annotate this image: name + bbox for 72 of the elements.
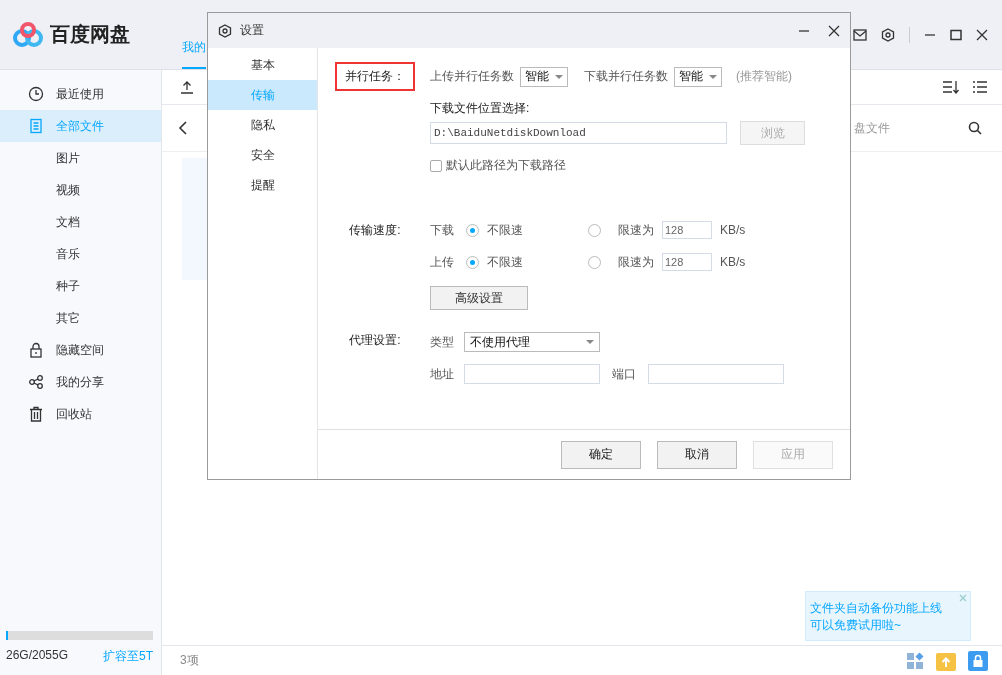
field-label: 上传并行任务数 (430, 68, 514, 85)
settings-icon (218, 23, 232, 38)
sort-icon[interactable] (942, 80, 960, 94)
speed-field[interactable]: 128 (662, 221, 712, 239)
settings-nav-item[interactable]: 隐私 (208, 110, 317, 140)
upload-icon[interactable] (180, 80, 194, 94)
settings-nav-item[interactable]: 安全 (208, 140, 317, 170)
path-field[interactable]: D:\BaiduNetdiskDownload (430, 122, 727, 144)
dropdown[interactable]: 智能 (674, 66, 722, 87)
lock-icon (28, 342, 44, 358)
checkbox[interactable] (430, 159, 442, 172)
advanced-settings-button[interactable]: 高级设置 (430, 286, 528, 310)
address-field[interactable] (464, 364, 600, 384)
field-label: 下载文件位置选择: (430, 99, 531, 117)
toast-text: 文件夹自动备份功能上线 (810, 600, 943, 617)
sidebar-item[interactable]: 视频 (0, 174, 161, 206)
dialog-button[interactable]: 取消 (657, 440, 737, 469)
settings-nav-item[interactable]: 基本 (208, 50, 317, 80)
section-label: 传输速度: (348, 222, 402, 239)
radio-label: 不限速 (487, 221, 523, 239)
clock-icon (28, 86, 44, 102)
hint-text: (推荐智能) (736, 68, 792, 85)
storage-text: 26G/2055G (6, 648, 69, 664)
apps-icon[interactable] (906, 651, 924, 670)
maximize-icon[interactable] (950, 28, 962, 41)
unit-label: KB/s (720, 223, 747, 237)
cloud-logo-icon (12, 21, 44, 48)
close-icon[interactable] (828, 24, 840, 37)
sidebar-item[interactable]: 音乐 (0, 238, 161, 270)
port-field[interactable] (648, 364, 784, 384)
toast-text: 可以免费试用啦~ (810, 617, 902, 634)
field-label: 下载并行任务数 (584, 68, 668, 85)
item-count: 3项 (180, 652, 200, 669)
document-icon (28, 118, 44, 134)
radio-label: 不限速 (487, 253, 523, 271)
sidebar-item[interactable]: 回收站 (0, 398, 161, 430)
radio-label: 限速为 (618, 253, 655, 271)
settings-nav-item[interactable]: 提醒 (208, 170, 317, 200)
sidebar-item[interactable]: 文档 (0, 206, 161, 238)
close-icon[interactable] (976, 28, 988, 41)
speed-field[interactable]: 128 (662, 253, 712, 271)
dialog-title: 设置 (240, 22, 265, 39)
settings-icon[interactable] (881, 27, 895, 42)
dropdown-value: 智能 (525, 68, 549, 85)
app-logo-text: 百度网盘 (50, 22, 130, 47)
field-label: 下载 (430, 221, 455, 239)
dropdown[interactable]: 智能 (520, 66, 568, 87)
sidebar-item[interactable]: 图片 (0, 142, 161, 174)
search-icon[interactable] (968, 121, 982, 135)
field-label: 端口 (612, 365, 637, 383)
section-label: 代理设置: (348, 332, 402, 349)
sidebar-item[interactable]: 隐藏空间 (0, 334, 161, 366)
radio-label: 限速为 (618, 221, 655, 239)
field-label: 地址 (430, 365, 455, 383)
sidebar-item[interactable]: 其它 (0, 302, 161, 334)
checkbox-label: 默认此路径为下载路径 (446, 157, 566, 174)
lock-icon[interactable] (968, 650, 988, 671)
section-label: 并行任务： (335, 62, 415, 91)
sidebar-item[interactable]: 我的分享 (0, 366, 161, 398)
dropdown-value: 不使用代理 (470, 333, 530, 351)
unit-label: KB/s (720, 255, 747, 269)
field-label: 类型 (430, 333, 455, 351)
sidebar-item[interactable]: 种子 (0, 270, 161, 302)
share-icon (28, 374, 44, 390)
dropdown-value: 智能 (679, 68, 703, 85)
dialog-button[interactable]: 确定 (561, 440, 641, 469)
sidebar-item[interactable]: 最近使用 (0, 78, 161, 110)
trash-icon (28, 406, 44, 422)
mail-icon[interactable] (853, 28, 867, 41)
field-label: 上传 (430, 253, 455, 271)
list-view-icon[interactable] (972, 80, 988, 94)
proxy-dropdown[interactable]: 不使用代理 (464, 332, 600, 352)
